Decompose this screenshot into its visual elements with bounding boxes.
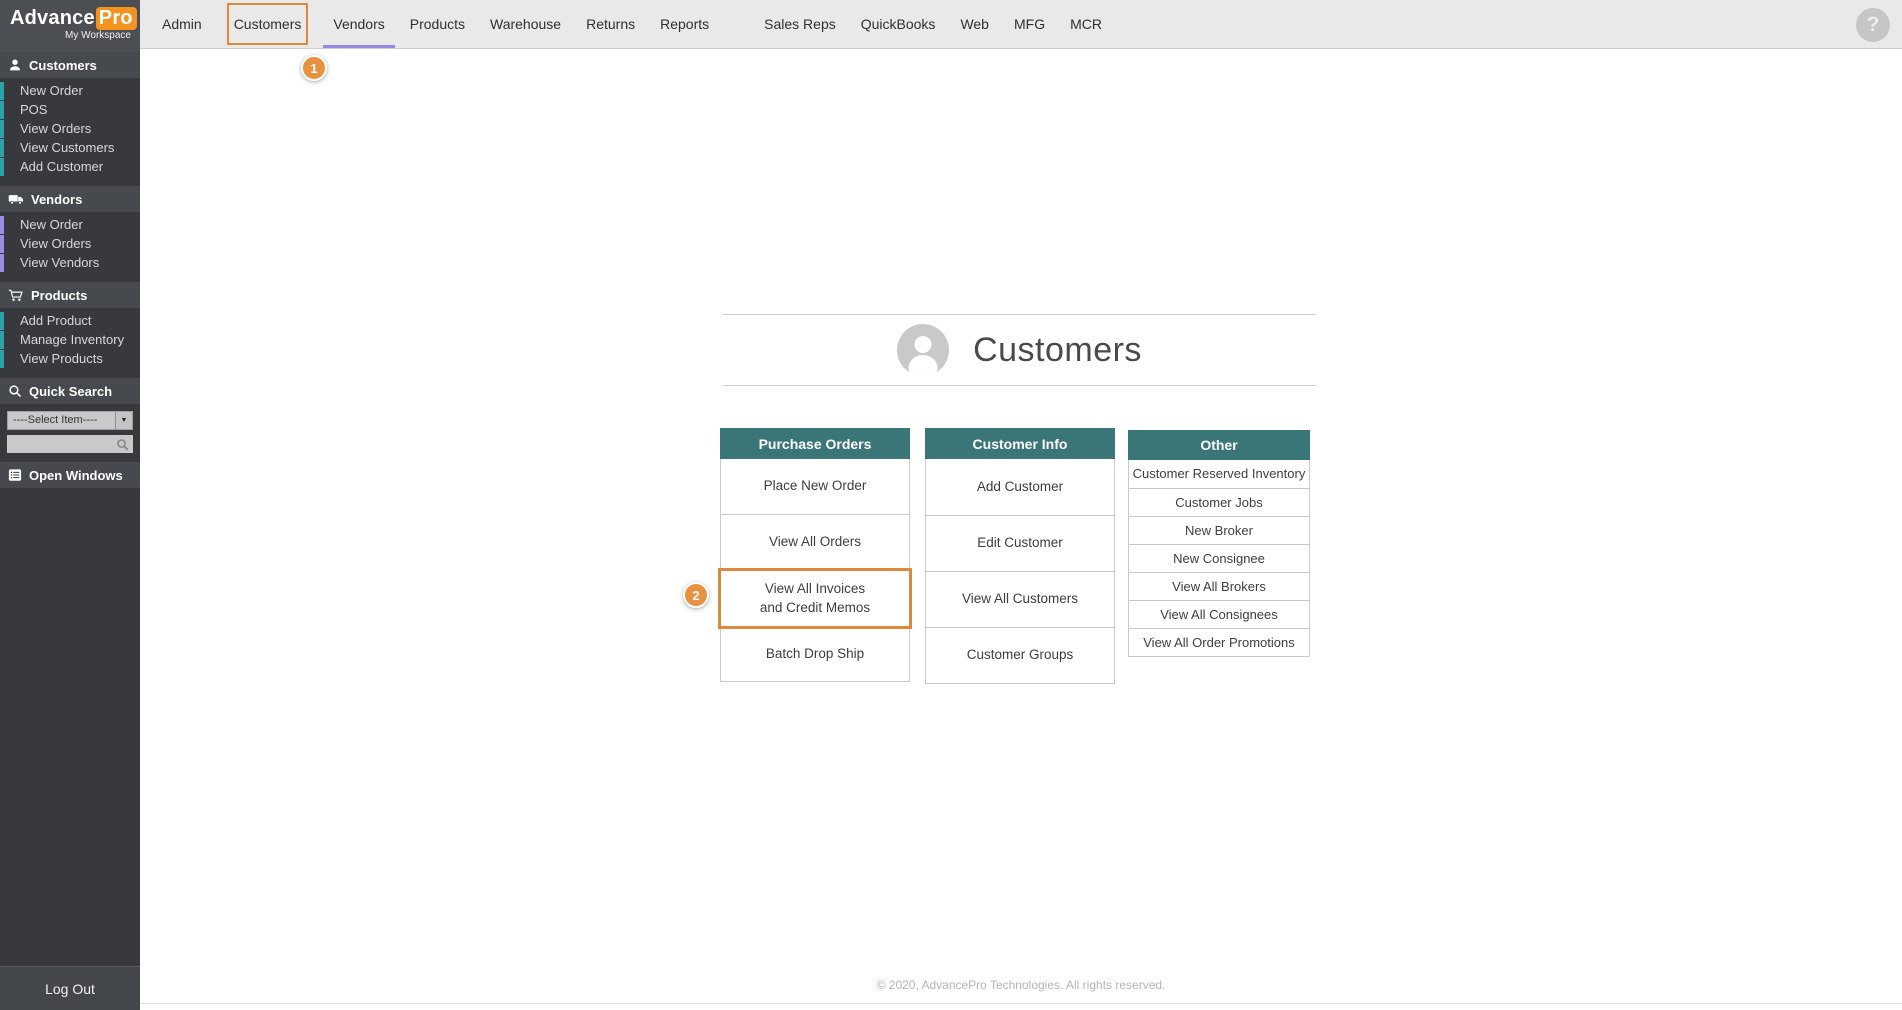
step-badge-2: 2	[683, 582, 709, 608]
sidebar-section-label: Open Windows	[29, 467, 123, 483]
purchase-orders-header: Purchase Orders	[720, 428, 910, 459]
sidebar-section-vendors[interactable]: Vendors	[0, 186, 140, 212]
purchase-orders-column: Purchase Orders Place New Order View All…	[718, 428, 912, 682]
step-badge-1: 1	[301, 55, 327, 81]
sidebar-item-view-orders-vendors[interactable]: View Orders	[0, 235, 140, 253]
nav-tab-quickbooks[interactable]: QuickBooks	[861, 16, 936, 32]
menu-cell-add-customer[interactable]: Add Customer	[926, 459, 1114, 515]
truck-icon	[8, 195, 24, 205]
menu-cell-view-all-invoices[interactable]: View All Invoices and Credit Memos	[718, 568, 912, 629]
nav-tab-products[interactable]: Products	[410, 16, 465, 32]
sidebar-section-products[interactable]: Products	[0, 282, 140, 308]
top-navigation: Admin Customers Vendors Products Warehou…	[140, 0, 1902, 49]
sidebar-item-manage-inventory[interactable]: Manage Inventory	[0, 331, 140, 349]
nav-tab-admin[interactable]: Admin	[162, 16, 202, 32]
sidebar-section-label: Vendors	[31, 191, 83, 207]
search-icon	[9, 385, 22, 398]
search-icon	[117, 438, 129, 451]
sidebar-section-open-windows[interactable]: Open Windows	[0, 462, 140, 488]
menu-cell-customer-groups[interactable]: Customer Groups	[926, 627, 1114, 683]
sidebar-section-label: Quick Search	[29, 383, 113, 399]
sidebar-item-add-customer[interactable]: Add Customer	[0, 158, 140, 176]
chevron-down-icon: ▼	[115, 412, 132, 429]
open-windows-icon	[8, 469, 22, 481]
sidebar-item-view-customers[interactable]: View Customers	[0, 139, 140, 157]
menu-cell-view-all-consignees[interactable]: View All Consignees	[1129, 600, 1309, 628]
nav-tab-customers-label: Customers	[233, 16, 302, 32]
customer-info-header: Customer Info	[925, 428, 1115, 459]
sidebar-item-view-vendors[interactable]: View Vendors	[0, 254, 140, 272]
sidebar-item-add-product[interactable]: Add Product	[0, 312, 140, 330]
sidebar-item-view-orders-customers[interactable]: View Orders	[0, 120, 140, 138]
nav-tab-returns[interactable]: Returns	[586, 16, 635, 32]
active-tab-underline	[323, 45, 395, 48]
copyright-footer: © 2020, AdvancePro Technologies. All rig…	[876, 978, 1166, 992]
nav-tab-sales-reps[interactable]: Sales Reps	[764, 16, 836, 32]
sidebar-item-new-order-vendors[interactable]: New Order	[0, 216, 140, 234]
other-header: Other	[1128, 430, 1310, 460]
page-heading: Customers	[723, 314, 1316, 386]
nav-tab-vendors[interactable]: Vendors	[323, 16, 395, 48]
logo-pro-badge: Pro	[95, 7, 137, 30]
logout-button[interactable]: Log Out	[0, 966, 140, 1010]
nav-tab-mfg[interactable]: MFG	[1014, 16, 1045, 32]
other-column: Other Customer Reserved Inventory Custom…	[1128, 430, 1310, 657]
person-icon	[10, 59, 20, 71]
menu-cell-customer-jobs[interactable]: Customer Jobs	[1129, 488, 1309, 516]
menu-cell-view-all-brokers[interactable]: View All Brokers	[1129, 572, 1309, 600]
logo-tagline: My Workspace	[65, 30, 131, 41]
quick-search-select-value: ----Select Item----	[13, 414, 98, 426]
nav-tab-vendors-label: Vendors	[333, 16, 385, 32]
cart-icon	[8, 289, 23, 301]
quick-search-input[interactable]	[7, 435, 133, 453]
sidebar-item-new-order-customers[interactable]: New Order	[0, 82, 140, 100]
page-title: Customers	[973, 330, 1142, 369]
app-logo: Advance Pro My Workspace	[0, 0, 140, 52]
menu-cell-view-all-customers[interactable]: View All Customers	[926, 571, 1114, 627]
help-icon[interactable]: ?	[1856, 8, 1890, 42]
content-bottom-divider	[140, 1003, 1902, 1004]
menu-cell-view-all-order-promotions[interactable]: View All Order Promotions	[1129, 628, 1309, 656]
quick-search-select[interactable]: ----Select Item---- ▼	[7, 411, 133, 430]
menu-cell-customer-reserved-inventory[interactable]: Customer Reserved Inventory	[1129, 460, 1309, 488]
nav-tab-web[interactable]: Web	[960, 16, 989, 32]
sidebar-item-view-products[interactable]: View Products	[0, 350, 140, 368]
customers-avatar-icon	[897, 324, 950, 376]
menu-cell-batch-drop-ship[interactable]: Batch Drop Ship	[721, 627, 909, 681]
menu-cell-edit-customer[interactable]: Edit Customer	[926, 515, 1114, 571]
sidebar-item-pos[interactable]: POS	[0, 101, 140, 119]
customer-info-column: Customer Info Add Customer Edit Customer…	[925, 428, 1115, 684]
sidebar-section-quick-search: Quick Search	[0, 378, 140, 404]
menu-cell-new-broker[interactable]: New Broker	[1129, 516, 1309, 544]
quick-search-text-field[interactable]	[11, 437, 116, 451]
nav-tab-warehouse[interactable]: Warehouse	[490, 16, 561, 32]
menu-cell-new-consignee[interactable]: New Consignee	[1129, 544, 1309, 572]
sidebar-section-customers[interactable]: Customers	[0, 52, 140, 78]
nav-tab-reports[interactable]: Reports	[660, 16, 709, 32]
nav-tab-mcr[interactable]: MCR	[1070, 16, 1102, 32]
menu-cell-view-all-orders[interactable]: View All Orders	[721, 514, 909, 569]
sidebar: Advance Pro My Workspace Customers New Or…	[0, 0, 140, 1010]
sidebar-section-label: Customers	[29, 57, 97, 73]
menu-cell-place-new-order[interactable]: Place New Order	[721, 459, 909, 514]
logo-advance: Advance	[10, 7, 95, 29]
sidebar-section-label: Products	[31, 287, 88, 303]
nav-tab-customers[interactable]: Customers	[226, 3, 309, 45]
main-content: Customers Purchase Orders Place New Orde…	[140, 50, 1902, 1010]
